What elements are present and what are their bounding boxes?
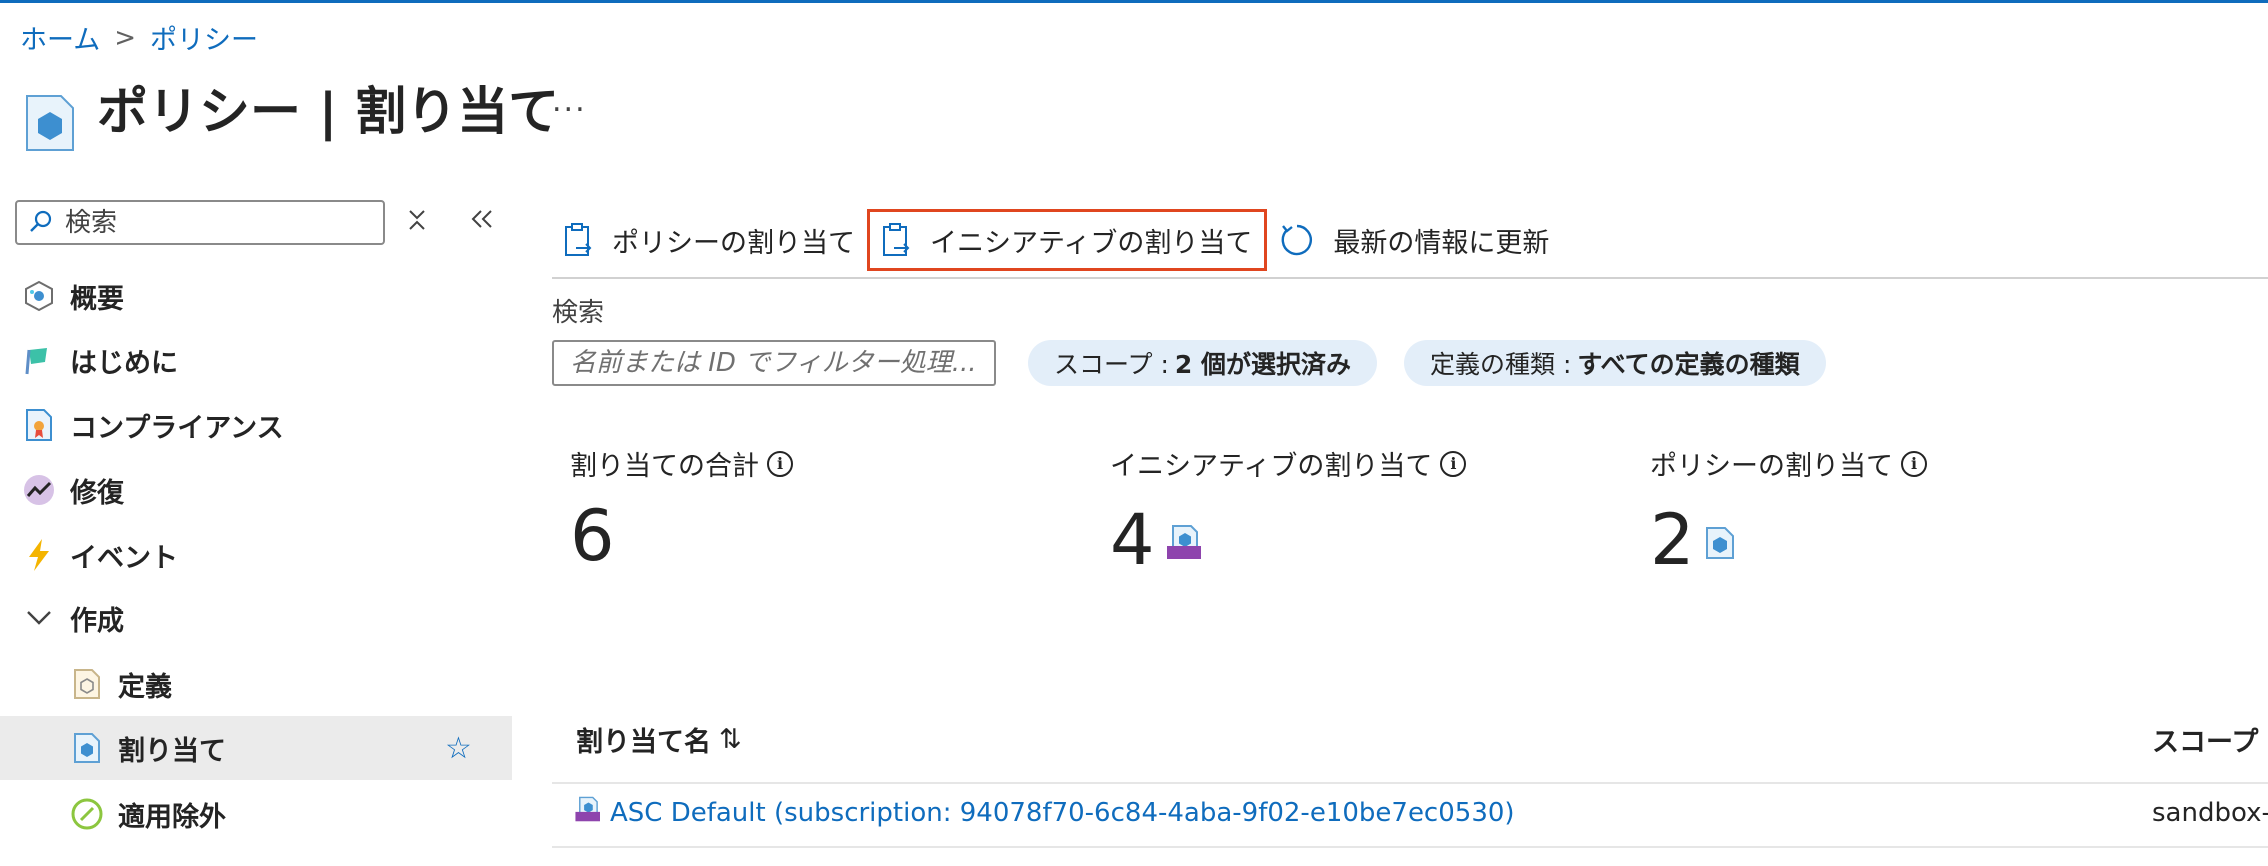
sidebar-item-getting-started[interactable]: はじめに bbox=[0, 328, 512, 392]
refresh-icon bbox=[1279, 222, 1315, 258]
assign-policy-button[interactable]: ポリシーの割り当て bbox=[552, 209, 867, 271]
column-header-scope[interactable]: スコープ bbox=[2152, 720, 2258, 759]
assignments-icon bbox=[70, 731, 104, 765]
scope-filter-pill[interactable]: スコープ : 2 個が選択済み bbox=[1028, 340, 1377, 386]
definition-type-prefix: 定義の種類 : bbox=[1430, 350, 1572, 379]
breadcrumb-separator: > bbox=[114, 22, 136, 53]
total-assignments-stat: 割り当ての合計 i 6 bbox=[570, 444, 793, 571]
column-header-name-label: 割り当て名 bbox=[576, 727, 711, 758]
filter-label: 検索 bbox=[552, 298, 605, 328]
sidebar-item-compliance[interactable]: コンプライアンス bbox=[0, 393, 512, 457]
assign-policy-label: ポリシーの割り当て bbox=[612, 227, 855, 259]
chevron-down-icon bbox=[22, 601, 56, 635]
remediation-icon bbox=[22, 473, 56, 507]
policy-assignments-stat: ポリシーの割り当て i 2 bbox=[1650, 444, 1927, 575]
refresh-label: 最新の情報に更新 bbox=[1333, 227, 1550, 259]
sidebar-item-exemptions[interactable]: 適用除外 bbox=[0, 782, 512, 846]
more-options-button[interactable]: ... bbox=[552, 84, 587, 119]
star-icon[interactable]: ☆ bbox=[445, 731, 472, 766]
scope-filter-value: 2 個が選択済み bbox=[1174, 350, 1351, 379]
row-divider bbox=[552, 846, 2268, 848]
scope-filter-prefix: スコープ : bbox=[1054, 350, 1169, 379]
assign-initiative-label: イニシアティブの割り当て bbox=[930, 227, 1253, 259]
policy-icon bbox=[1705, 501, 1735, 571]
policy-assignment-icon bbox=[25, 94, 75, 152]
total-assignments-value: 6 bbox=[570, 495, 615, 577]
command-bar: ポリシーの割り当て イニシアティブの割り当て 最新の情報に更新 bbox=[552, 206, 1561, 274]
sidebar-item-label: 作成 bbox=[70, 605, 124, 637]
toolbar-divider bbox=[552, 277, 2268, 279]
definition-type-value: すべての定義の種類 bbox=[1577, 350, 1800, 379]
page-title: ポリシー | 割り当て bbox=[97, 83, 560, 142]
info-icon[interactable]: i bbox=[1440, 450, 1467, 477]
sidebar-item-label: 割り当て bbox=[118, 735, 226, 767]
initiative-icon bbox=[1165, 501, 1201, 571]
table-row-scope: sandbox-0 bbox=[2152, 798, 2268, 828]
column-header-scope-label: スコープ bbox=[2152, 727, 2259, 758]
sidebar-item-remediation[interactable]: 修復 bbox=[0, 458, 512, 522]
definition-type-filter-pill[interactable]: 定義の種類 : すべての定義の種類 bbox=[1404, 340, 1826, 386]
assign-clipboard-icon bbox=[882, 222, 912, 258]
overview-icon bbox=[22, 279, 56, 313]
sidebar-group-authoring[interactable]: 作成 bbox=[0, 586, 512, 650]
compliance-icon bbox=[22, 408, 56, 442]
top-accent-line bbox=[0, 0, 2268, 3]
initiative-assignments-label: イニシアティブの割り当て bbox=[1110, 451, 1433, 482]
filter-input[interactable] bbox=[552, 340, 996, 386]
exemptions-icon bbox=[70, 797, 104, 831]
events-icon bbox=[22, 538, 56, 572]
assign-clipboard-icon bbox=[564, 222, 594, 258]
sidebar-item-label: 定義 bbox=[118, 671, 172, 703]
initiative-assignments-stat: イニシアティブの割り当て i 4 bbox=[1110, 444, 1467, 581]
collapse-panel-icon[interactable] bbox=[468, 200, 496, 240]
info-icon[interactable]: i bbox=[1901, 450, 1927, 477]
table-row-name: ASC Default (subscription: 94078f70-6c84… bbox=[610, 797, 1515, 828]
breadcrumb-home[interactable]: ホーム bbox=[20, 18, 100, 57]
sidebar-item-definitions[interactable]: 定義 bbox=[0, 652, 512, 716]
table-row-name-link[interactable]: ASC Default (subscription: 94078f70-6c84… bbox=[574, 796, 1515, 829]
breadcrumb-policy[interactable]: ポリシー bbox=[150, 18, 258, 57]
breadcrumb: ホーム > ポリシー bbox=[20, 18, 258, 57]
sidebar-item-events[interactable]: イベント bbox=[0, 523, 512, 587]
sidebar-item-overview[interactable]: 概要 bbox=[0, 264, 512, 328]
sidebar-item-assignments[interactable]: 割り当て ☆ bbox=[0, 716, 512, 780]
sidebar-item-label: 適用除外 bbox=[118, 801, 226, 833]
policy-assignments-value: 2 bbox=[1650, 499, 1695, 581]
total-assignments-label: 割り当ての合計 bbox=[570, 451, 759, 482]
policy-assignments-label: ポリシーの割り当て bbox=[1650, 451, 1893, 482]
definitions-icon bbox=[70, 667, 104, 701]
clear-filter-icon[interactable] bbox=[406, 206, 428, 241]
nav-search-box[interactable] bbox=[15, 200, 385, 245]
header-divider bbox=[552, 782, 2268, 784]
search-icon bbox=[29, 209, 53, 237]
sidebar-item-label: コンプライアンス bbox=[70, 412, 284, 444]
info-icon[interactable]: i bbox=[767, 450, 793, 477]
column-header-name[interactable]: 割り当て名 ⇅ bbox=[576, 720, 742, 759]
initiative-assignments-value: 4 bbox=[1110, 499, 1155, 581]
sidebar-item-label: はじめに bbox=[70, 347, 178, 379]
nav-search-input[interactable] bbox=[63, 206, 367, 239]
sidebar-item-label: イベント bbox=[70, 542, 178, 574]
sidebar-item-label: 概要 bbox=[70, 283, 124, 315]
assign-initiative-button[interactable]: イニシアティブの割り当て bbox=[867, 209, 1268, 271]
sort-icon[interactable]: ⇅ bbox=[719, 724, 742, 755]
sidebar-item-label: 修復 bbox=[70, 477, 124, 509]
refresh-button[interactable]: 最新の情報に更新 bbox=[1267, 209, 1561, 271]
initiative-icon bbox=[574, 796, 600, 829]
getting-started-icon bbox=[22, 343, 56, 377]
